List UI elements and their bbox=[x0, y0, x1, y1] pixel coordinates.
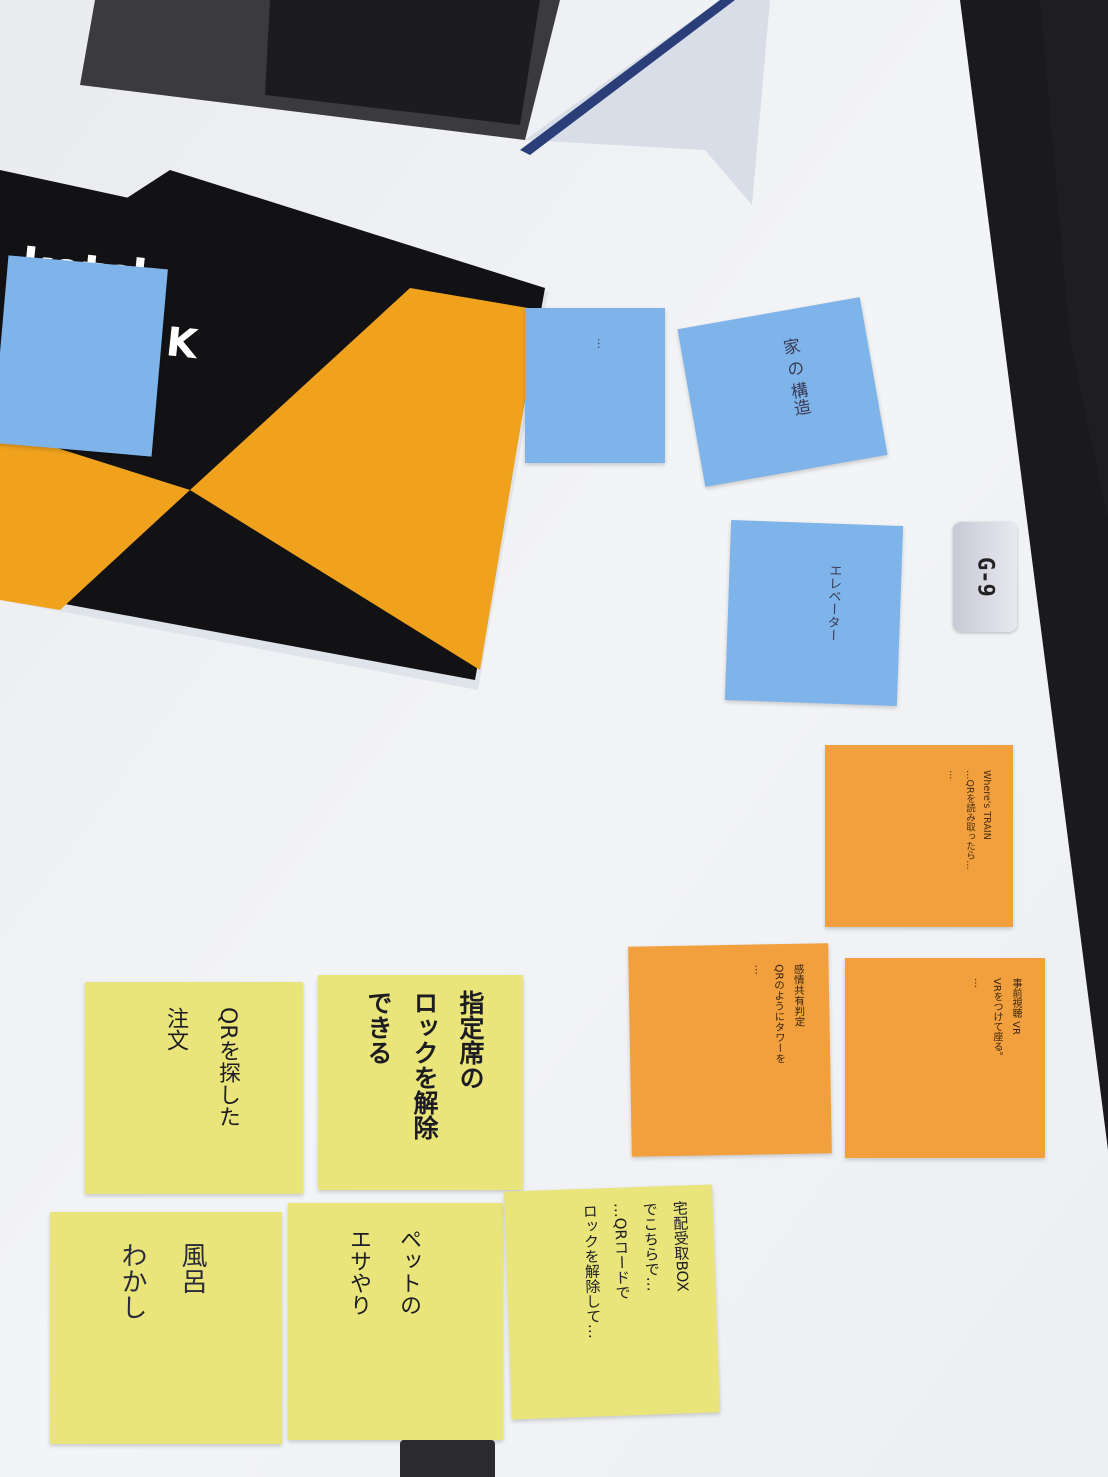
orange-note-3-text: 事前視聴 VR VRをつけて座る。 … bbox=[972, 978, 1021, 1062]
location-badge: G-9 bbox=[953, 522, 1017, 632]
orange-note-1-text: Where's TRAIN …QRを読み取ったら… … bbox=[947, 770, 992, 870]
blue-sticky-note-on-book bbox=[0, 255, 168, 457]
blue-note-2-text: 家 の 構造 bbox=[777, 336, 812, 418]
blue-sticky-note-2: 家 の 構造 bbox=[677, 297, 888, 487]
chair-shadow bbox=[1040, 0, 1108, 520]
yellow-sticky-note-5: 宅配受取BOX でこちらで… …QRコードで ロックを解除して… bbox=[504, 1184, 720, 1420]
yellow-note-4-text: ペットの エサやり bbox=[346, 1228, 421, 1316]
blue-note-1-text: … bbox=[595, 338, 608, 349]
yellow-sticky-note-4: ペットの エサやり bbox=[288, 1203, 503, 1440]
blue-note-3-text: エレベーター bbox=[824, 563, 842, 642]
yellow-sticky-note-2: 指定席の ロックを解除 できる bbox=[318, 975, 523, 1190]
orange-note-2-text: 感情共有判定 QRのようにタワーを … bbox=[752, 963, 806, 1064]
orange-sticky-note-2: 感情共有判定 QRのようにタワーを … bbox=[628, 943, 832, 1157]
blue-sticky-note-1: … bbox=[525, 308, 665, 463]
location-badge-text: G-9 bbox=[972, 557, 998, 597]
yellow-sticky-note-1: QRを探した 注文 bbox=[85, 982, 303, 1194]
yellow-sticky-note-3: 風呂 わかし bbox=[50, 1212, 282, 1444]
small-device bbox=[400, 1440, 495, 1477]
orange-sticky-note-1: Where's TRAIN …QRを読み取ったら… … bbox=[825, 745, 1013, 927]
orange-sticky-note-3: 事前視聴 VR VRをつけて座る。 … bbox=[845, 958, 1045, 1158]
yellow-note-3-text: 風呂 わかし bbox=[117, 1242, 207, 1320]
yellow-note-5-text: 宅配受取BOX でこちらで… …QRコードで ロックを解除して… bbox=[580, 1200, 692, 1339]
yellow-note-1-text: QRを探した 注文 bbox=[163, 1007, 240, 1128]
blue-sticky-note-3: エレベーター bbox=[724, 520, 904, 706]
yellow-note-2-text: 指定席の ロックを解除 できる bbox=[364, 990, 485, 1140]
